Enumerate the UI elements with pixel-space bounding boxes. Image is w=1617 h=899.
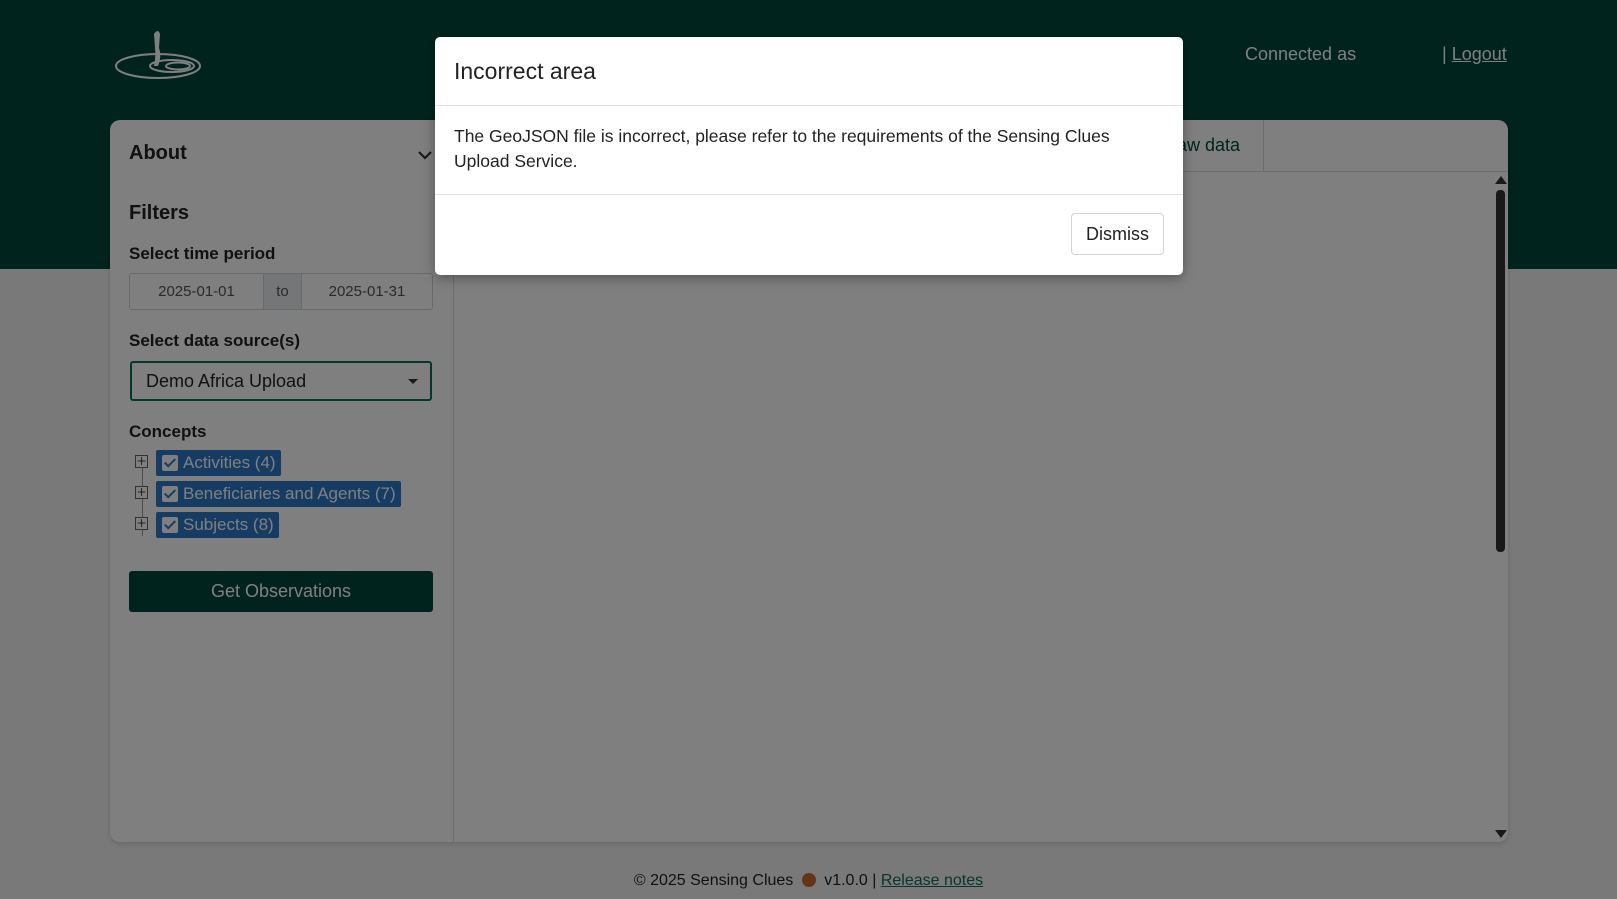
dialog-footer: Dismiss <box>435 195 1183 275</box>
incorrect-area-dialog: Incorrect area The GeoJSON file is incor… <box>435 37 1183 275</box>
dialog-message: The GeoJSON file is incorrect, please re… <box>435 106 1183 195</box>
dialog-title: Incorrect area <box>435 37 1183 106</box>
dismiss-button[interactable]: Dismiss <box>1071 213 1164 255</box>
